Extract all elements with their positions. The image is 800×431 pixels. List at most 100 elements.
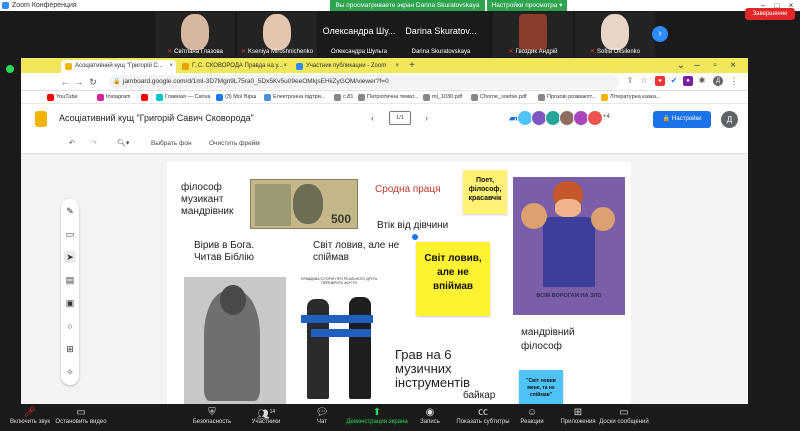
- encryption-shield-icon[interactable]: [6, 65, 14, 73]
- tab-search-icon[interactable]: ⌄: [675, 60, 687, 72]
- collaborator-avatar: [587, 110, 603, 126]
- jamboard-logo-icon[interactable]: [35, 111, 47, 127]
- close-icon[interactable]: ×: [727, 60, 739, 72]
- restore-icon[interactable]: ▫: [709, 60, 721, 72]
- circle-icon[interactable]: ○: [64, 320, 76, 332]
- image-icon[interactable]: ▣: [64, 297, 76, 309]
- shield-icon: ⛨: [208, 407, 216, 418]
- new-tab-icon[interactable]: +: [406, 60, 418, 72]
- forward-icon[interactable]: →: [73, 75, 85, 89]
- whiteboards-button[interactable]: ▭ Доски сообщений: [594, 406, 654, 425]
- bookmark-star-icon[interactable]: ☆: [639, 76, 649, 86]
- end-meeting-button[interactable]: Завершение: [745, 8, 795, 20]
- laser-icon[interactable]: ✧: [64, 366, 76, 378]
- share-page-icon[interactable]: ⇪: [625, 76, 635, 86]
- extension-icon[interactable]: ●: [655, 76, 665, 86]
- jamboard-frame[interactable]: філософ музикант мандрівник 500 Сродна п…: [167, 162, 631, 404]
- pen-icon[interactable]: ✎: [64, 205, 76, 217]
- eraser-icon[interactable]: ▭: [64, 228, 76, 240]
- next-frame-icon[interactable]: ›: [425, 113, 428, 123]
- tab-skovoroda[interactable]: Г. С. СКОВОРОДА Правда на у... ×: [178, 60, 290, 73]
- sticky-note-icon[interactable]: ▤: [64, 274, 76, 286]
- bookmark-youtube-2[interactable]: [141, 91, 150, 104]
- bookmark-youtube[interactable]: YouTube: [47, 91, 78, 104]
- engraving-image[interactable]: [184, 277, 286, 404]
- world-caught-text[interactable]: Світ ловив, але не спіймав: [313, 240, 399, 264]
- escaped-girl-text[interactable]: Втік від дівчини: [377, 220, 448, 232]
- tab-close-icon[interactable]: ×: [395, 60, 399, 73]
- jam-title[interactable]: Асоціативний кущ "Григорій Савич Сковоро…: [59, 113, 254, 123]
- jamboard-favicon-icon: [65, 63, 72, 70]
- bookmark-prose[interactable]: Прозові розважлт...: [538, 91, 596, 104]
- bookmark-pdf-2[interactable]: Chorne_soetse.pdf: [471, 91, 526, 104]
- frame-indicator[interactable]: 1/1: [389, 111, 411, 125]
- control-label: Чат: [317, 419, 327, 425]
- instruments-text[interactable]: Грав на 6 музичних інструментів: [395, 348, 470, 390]
- bookmark-poems[interactable]: (3) Мої Вірш: [216, 91, 256, 104]
- account-avatar[interactable]: Д: [721, 111, 738, 128]
- bookmark-pdf[interactable]: ml_1030.pdf: [423, 91, 462, 104]
- philosopher-text[interactable]: філософ музикант мандрівник: [181, 182, 233, 218]
- book-flower: [591, 207, 615, 231]
- security-button[interactable]: ⛨ Безопасность: [182, 406, 242, 425]
- text-box-icon[interactable]: ⊞: [64, 343, 76, 355]
- clear-frame-button[interactable]: Очистить фрейм: [209, 137, 260, 151]
- extension-icon[interactable]: ✔: [669, 76, 679, 86]
- extensions-puzzle-icon[interactable]: ✱: [697, 76, 707, 86]
- back-icon[interactable]: ←: [59, 75, 71, 89]
- minimize-icon[interactable]: –: [691, 60, 703, 72]
- kindred-work-text[interactable]: Сродна праця: [375, 184, 441, 196]
- profile-avatar[interactable]: Д: [713, 76, 723, 86]
- bookmark-c81[interactable]: c.81: [334, 91, 353, 104]
- participant-tile[interactable]: ✕ Світлана Глазова: [155, 12, 235, 57]
- sticky-note-cyan[interactable]: "Світ ловив мене, та не спіймав": [519, 370, 563, 404]
- tab-zoom[interactable]: Участник публикации - Zoom ×: [292, 60, 402, 73]
- banknote-image[interactable]: 500: [250, 179, 358, 229]
- redo-icon[interactable]: ↷: [91, 137, 97, 151]
- set-background-button[interactable]: Выбрать фон: [151, 137, 192, 151]
- folder-icon: [601, 94, 608, 101]
- zoom-icon[interactable]: 🔍︎▾: [117, 137, 129, 151]
- page-favicon-icon: [182, 63, 189, 70]
- bookmark-patriotic[interactable]: Патріотична темат...: [358, 91, 418, 104]
- select-icon[interactable]: ➤: [64, 251, 76, 263]
- prev-frame-icon[interactable]: ‹: [371, 113, 374, 123]
- stop-video-button[interactable]: ▭ Остановить видео: [48, 406, 114, 425]
- poster-figure-left: [307, 299, 329, 399]
- participant-tile[interactable]: ✕ Гвоздик Андрій: [493, 12, 573, 57]
- extension-icon[interactable]: ●: [683, 76, 693, 86]
- participant-tile[interactable]: Darina Skuratov... Darina Skuratovskaya: [401, 12, 481, 57]
- book-cover-image[interactable]: ВСІМ ВОРОГАМ НА ЗЛО: [513, 177, 625, 315]
- bookmark-instagram[interactable]: Instagram: [97, 91, 130, 104]
- tab-close-icon[interactable]: ×: [169, 60, 173, 73]
- youtube-icon: [141, 94, 148, 101]
- bike-text[interactable]: байкар: [463, 390, 495, 402]
- url-text: jamboard.google.com/d/1mI-3D7Mgn9L75ra0_…: [123, 78, 389, 85]
- wanderer-philosopher-text[interactable]: мандрівний філософ: [521, 326, 575, 354]
- bookmark-label: Прозові розважлт...: [547, 94, 597, 100]
- next-participants-button[interactable]: ›: [652, 26, 668, 42]
- bookmark-e-support[interactable]: Електронна підтри...: [264, 91, 325, 104]
- bookmark-label: Instagram: [106, 94, 131, 100]
- url-input[interactable]: 🔒 jamboard.google.com/d/1mI-3D7Mgn9L75ra…: [109, 75, 619, 89]
- sticky-note-yellow-large[interactable]: Світ ловив, але не впіймав: [416, 242, 490, 316]
- share-settings-button[interactable]: 🔒Настройки Доступа: [653, 111, 711, 139]
- undo-icon[interactable]: ↶: [69, 137, 75, 151]
- tab-close-icon[interactable]: ×: [283, 60, 287, 73]
- movie-poster-image[interactable]: ПРАВДИВА ІСТОРІЯ ПРО РЕАЛЬНОГО ДРУГА ПЕР…: [291, 275, 387, 404]
- participant-tile[interactable]: ✕ Sofiia Oksilenko: [575, 12, 655, 57]
- tab-jamboard[interactable]: Асоціативний кущ "Григорій С... ×: [61, 60, 176, 73]
- more-menu-icon[interactable]: ⋮: [729, 76, 739, 86]
- sticky-note-yellow-small[interactable]: Поет, філософ, красавчік: [463, 170, 507, 214]
- participant-count: 14: [269, 409, 276, 415]
- participant-tile[interactable]: ✕ Kseniya Miroshnichenko: [237, 12, 317, 57]
- belief-text[interactable]: Вірив в Бога. Читав Біблію: [194, 240, 254, 264]
- control-label: Участники: [251, 419, 281, 425]
- reload-icon[interactable]: ↻: [87, 75, 99, 89]
- participant-tile[interactable]: Олександра Шу... Олександра Шульга: [319, 12, 399, 57]
- bookmark-canva[interactable]: Главная — Canva: [156, 91, 210, 104]
- view-options-button[interactable]: Настройки просмотра ▾: [487, 0, 567, 11]
- bookmark-fairytale[interactable]: Літературна казка...: [601, 91, 661, 104]
- participant-name: Олександра Шульга: [330, 49, 387, 55]
- participants-button[interactable]: 👥︎14 Участники: [236, 406, 296, 425]
